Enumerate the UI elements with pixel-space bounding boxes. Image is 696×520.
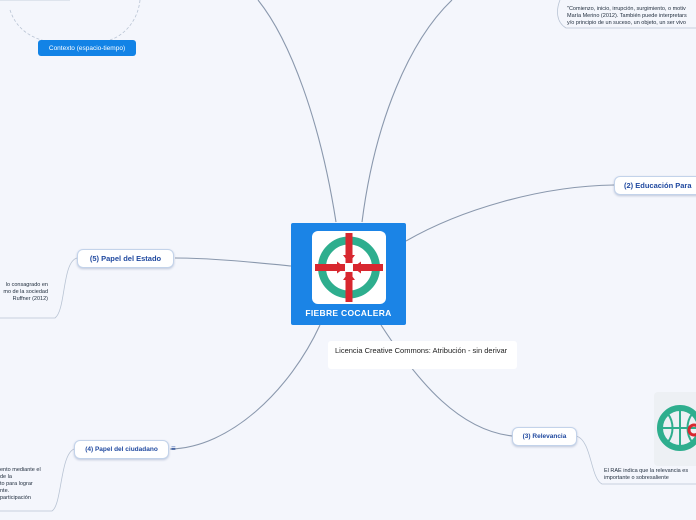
- central-topic[interactable]: FIEBRE COCALERA: [291, 223, 406, 325]
- note-relevancia: El RAE indica que la relevancia es impor…: [604, 468, 689, 481]
- hamburger-menu-icon[interactable]: ≡: [171, 444, 176, 453]
- note-origen: "Comienzo, inicio, irrupción, surgimient…: [567, 6, 687, 26]
- central-title: FIEBRE COCALERA: [305, 308, 392, 318]
- globe-logo: [654, 392, 696, 466]
- note-ciudadano: ento mediante el de la to para lograr nt…: [0, 467, 41, 501]
- context-node[interactable]: Contexto (espacio-tiempo): [38, 40, 136, 56]
- branch-educacion[interactable]: (2) Educación Para: [614, 176, 696, 195]
- license-note: Licencia Creative Commons: Atribución - …: [328, 341, 517, 369]
- branch-papel-ciudadano[interactable]: (4) Papel del ciudadano: [74, 440, 169, 459]
- note-estado: lo consagrado en mo de la sociedad Ruffn…: [3, 282, 48, 302]
- red-cross-green-ring-logo: [312, 231, 386, 304]
- branch-papel-estado[interactable]: (5) Papel del Estado: [77, 249, 174, 268]
- branch-relevancia[interactable]: (3) Relevancia: [512, 427, 577, 446]
